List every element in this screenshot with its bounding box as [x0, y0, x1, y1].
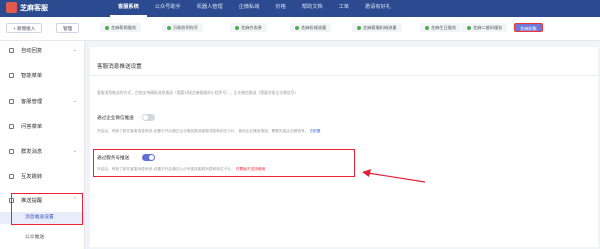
sidebar-item-jump[interactable]: 互发跳转	[0, 170, 85, 182]
wechat-icon	[425, 25, 429, 30]
wechat-icon	[105, 25, 109, 30]
brand-name: 芝麻客服	[20, 4, 48, 12]
sidebar-item-broadcast[interactable]: 群发消息 ⌄	[0, 145, 85, 157]
sidebar-item-auto-reply[interactable]: 自动回复 ⌄	[0, 44, 85, 56]
sidebar-item-smart-menu[interactable]: 智能菜单	[0, 69, 85, 81]
account-tab[interactable]: 芝麻机械流量	[290, 23, 332, 32]
chevron-down-icon: ⌄	[72, 148, 77, 154]
highlight-box-sidebar	[11, 193, 83, 225]
add-account-button[interactable]: + 新增接入	[6, 23, 43, 33]
page-title: 客服消息推送设置	[97, 64, 142, 70]
nav-item-mp-assistant[interactable]: 公众号助手	[147, 0, 189, 17]
wechat-icon	[167, 25, 171, 30]
account-tab[interactable]: 芝麻帮助服务	[100, 23, 142, 32]
brand-logo-icon	[6, 2, 17, 13]
account-toolbar: + 新增接入 管理 芝麻帮助服务 万能收到你开 芝麻外卖券 芝麻机械流量 芝麻客…	[0, 17, 600, 41]
account-tab[interactable]: 万能收到你开	[162, 23, 204, 32]
account-tab-active[interactable]: 芝麻剧集	[514, 23, 543, 32]
sidebar-item-service-manage[interactable]: 客服管理 ⌄	[0, 95, 85, 107]
wecom-push-toggle[interactable]	[142, 114, 155, 121]
top-navbar: 芝麻客服 客服系统 公众号助手 机器人管理 企微私域 价格 帮助文档 工单 邀请…	[0, 0, 600, 17]
sidebar-sub-public-push[interactable]: 公众推送	[0, 232, 85, 244]
form-icon	[9, 123, 14, 129]
link-icon	[9, 173, 14, 179]
main-content: 客服消息推送设置 客服消息推送的方式，目前支持模板消息推送（需要对接芝麻客服的小…	[86, 41, 600, 249]
nav-item-robot[interactable]: 机器人管理	[189, 0, 231, 17]
manage-button[interactable]: 管理	[56, 23, 80, 33]
nav-item-help[interactable]: 帮助文档	[294, 0, 331, 17]
headset-icon	[9, 98, 14, 104]
wechat-icon	[467, 25, 471, 30]
toggle-knob	[143, 115, 148, 120]
group-icon	[9, 148, 14, 154]
wechat-icon	[235, 25, 239, 30]
reply-icon	[9, 47, 14, 53]
menu-icon	[9, 72, 14, 78]
nav-item-ticket[interactable]: 工单	[331, 0, 357, 17]
sidebar-item-qa-menu[interactable]: 问答菜单	[0, 120, 85, 132]
settings-card: 客服消息推送设置 客服消息推送的方式，目前支持模板消息推送（需要对接芝麻客服的小…	[90, 47, 598, 247]
account-tab[interactable]: 芝麻客服机械流量	[352, 23, 402, 32]
wecom-push-label: 通过企业微信推送	[97, 115, 134, 120]
push-description: 客服消息推送的方式，目前支持模板消息推送（需要对接芝麻客服的小程序号），企业微信…	[97, 91, 299, 95]
wechat-icon	[295, 25, 299, 30]
brand-logo[interactable]: 芝麻客服	[6, 2, 48, 13]
account-tab[interactable]: 芝麻外卖券	[230, 23, 267, 32]
sidebar: 自动回复 ⌄ 智能菜单 客服管理 ⌄ 问答菜单 群发消息 ⌄ 互发跳转 推送提醒 ⌃ 消…	[0, 41, 85, 249]
wecom-push-desc: 开启后，有新了新在客服消息系统-设置中开启通过企业微信推送客服消息和到达卡片，使…	[97, 129, 321, 133]
nav-item-invite[interactable]: 邀请有好礼	[357, 0, 399, 17]
chevron-down-icon: ⌄	[72, 47, 77, 53]
wechat-icon	[357, 25, 361, 30]
account-tab[interactable]: 芝麻生日服务	[420, 23, 462, 32]
chevron-down-icon: ⌄	[72, 98, 77, 104]
nav-item-price[interactable]: 价格	[267, 0, 293, 17]
divider	[90, 75, 598, 76]
nav-item-service[interactable]: 客服系统	[110, 0, 147, 17]
top-nav: 客服系统 公众号助手 机器人管理 企微私域 价格 帮助文档 工单 邀请有好礼	[110, 0, 399, 17]
account-tab[interactable]: 芝麻二维码服务	[462, 23, 508, 32]
configure-link[interactable]: 去配置	[309, 129, 320, 133]
nav-item-wecom[interactable]: 企微私域	[231, 0, 268, 17]
highlight-box-mp-push	[93, 149, 355, 177]
